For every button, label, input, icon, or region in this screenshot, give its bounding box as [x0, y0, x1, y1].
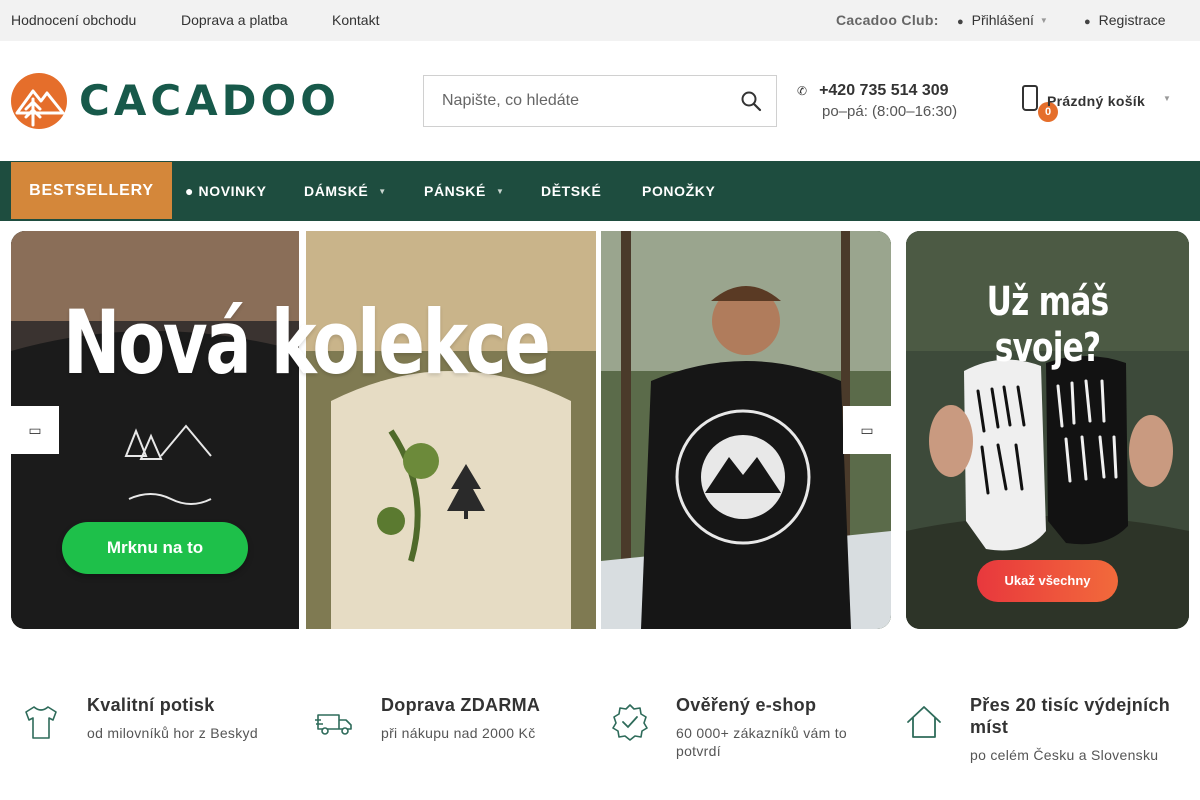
- link-contact[interactable]: Kontakt: [332, 12, 379, 28]
- logo[interactable]: CACADOO: [11, 72, 340, 130]
- link-store-rating[interactable]: Hodnocení obchodu: [11, 12, 136, 28]
- opening-hours: po–pá: (8:00–16:30): [822, 103, 958, 120]
- header: CACADOO ✆ +420 735 514 309 po–pá: (8:00–1…: [0, 41, 1200, 161]
- carousel-next-arrow-icon[interactable]: ▭: [843, 406, 891, 454]
- nav-item-socks[interactable]: PONOŽKY: [642, 183, 715, 199]
- register-link[interactable]: ● Registrace: [1084, 12, 1166, 28]
- nav-item-new[interactable]: ● NOVINKY: [185, 183, 267, 199]
- phone-number: +420 735 514 309: [819, 82, 949, 99]
- feature-subtitle: při nákupu nad 2000 Kč: [381, 725, 536, 741]
- carousel-prev-arrow-icon[interactable]: ▭: [11, 406, 59, 454]
- top-bar: Hodnocení obchodu Doprava a platba Konta…: [0, 0, 1200, 41]
- nav-item-bestsellers[interactable]: BESTSELLERY: [11, 162, 172, 219]
- logo-text: CACADOO: [79, 76, 340, 125]
- chevron-down-icon: ▼: [495, 187, 505, 196]
- club-label: Cacadoo Club:: [836, 12, 939, 28]
- side-banner[interactable]: Už máš svoje? Ukaž všechny: [906, 231, 1189, 629]
- feature-subtitle: 60 000+ zákazníků vám to potvrdí: [676, 725, 848, 759]
- side-banner-cta-button[interactable]: Ukaž všechny: [977, 560, 1118, 602]
- nav-item-label: DÁMSKÉ: [304, 183, 369, 199]
- chevron-down-icon: ▼: [1163, 94, 1171, 103]
- hero-banner[interactable]: Nová kolekce Mrknu na to ▭ ▭: [11, 231, 891, 629]
- truck-icon: [315, 714, 352, 735]
- main-nav: BESTSELLERY ● NOVINKY DÁMSKÉ ▼ PÁNSKÉ ▼ DĚ…: [0, 161, 1200, 221]
- logo-mountain-icon: [11, 73, 67, 129]
- tshirt-icon: [25, 706, 57, 739]
- chevron-down-icon: ▼: [1039, 16, 1048, 25]
- user-icon: ●: [957, 16, 964, 28]
- feature-subtitle: od milovníků hor z Beskyd: [87, 725, 258, 741]
- login-link[interactable]: ● Přihlášení ▼: [957, 12, 1048, 28]
- feature-title: Doprava ZDARMA: [381, 695, 541, 715]
- search-box: [423, 75, 777, 127]
- chevron-down-icon: ▼: [378, 187, 387, 196]
- feature-title: Ověřený e-shop: [676, 695, 817, 715]
- feature-title: Přes 20 tisíc výdejních míst: [970, 695, 1171, 737]
- side-banner-title: Už máš svoje?: [986, 279, 1110, 371]
- shopping-bag-icon: [1022, 85, 1038, 111]
- search-input[interactable]: [424, 76, 734, 126]
- nav-item-women[interactable]: DÁMSKÉ ▼: [304, 183, 387, 199]
- feature-title: Kvalitní potisk: [87, 695, 215, 715]
- register-label: Registrace: [1098, 12, 1166, 28]
- login-label: Přihlášení: [971, 12, 1034, 28]
- link-shipping-payment[interactable]: Doprava a platba: [181, 12, 288, 28]
- phone-link[interactable]: ✆ +420 735 514 309: [797, 82, 949, 100]
- cart-button[interactable]: 0 Prázdný košík ▼: [1022, 81, 1182, 125]
- cart-label: Prázdný košík: [1047, 93, 1146, 109]
- new-icon: ●: [185, 183, 199, 199]
- hero-cta-button[interactable]: Mrknu na to: [62, 522, 248, 574]
- nav-item-label: PÁNSKÉ: [424, 183, 486, 199]
- nav-item-kids[interactable]: DĚTSKÉ: [541, 183, 601, 199]
- house-icon: [907, 706, 941, 738]
- nav-item-label: NOVINKY: [198, 183, 267, 199]
- hero-title: Nová kolekce: [63, 291, 551, 394]
- nav-item-men[interactable]: PÁNSKÉ ▼: [424, 183, 504, 199]
- feature-subtitle: po celém Česku a Slovensku: [970, 747, 1159, 763]
- user-plus-icon: ●: [1084, 16, 1091, 28]
- phone-icon: ✆: [797, 84, 808, 98]
- search-icon[interactable]: [740, 90, 762, 112]
- verified-badge-icon: [612, 704, 648, 741]
